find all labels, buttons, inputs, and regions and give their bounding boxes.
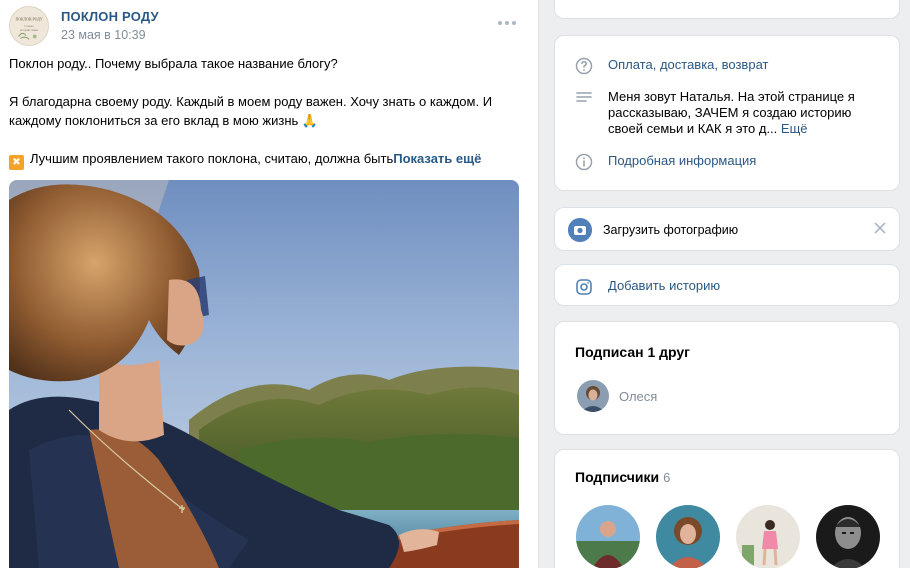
community-description: Меня зовут Наталья. На этой странице я р…	[608, 89, 878, 137]
subscriber-avatar-2[interactable]	[656, 505, 720, 568]
close-icon[interactable]	[873, 221, 887, 235]
upload-photo-card[interactable]: Загрузить фотографию	[554, 207, 900, 251]
subscriber-avatar-4[interactable]	[816, 505, 880, 568]
cross-mark-emoji-icon: ✖	[9, 155, 24, 170]
subscribers-count: 6	[663, 470, 671, 485]
subscriber-avatar-3[interactable]	[736, 505, 800, 568]
community-avatar[interactable]: ПОКЛОН РОДУ Создаю истории семьи	[9, 6, 49, 46]
post-date[interactable]: 23 мая в 10:39	[61, 28, 146, 42]
post-text-truncated: Лучшим проявлением такого поклона, счита…	[30, 151, 394, 166]
story-icon	[576, 279, 592, 295]
post-text-line1: Поклон роду.. Почему выбрала такое назва…	[9, 56, 338, 71]
friend-avatar[interactable]	[577, 380, 609, 412]
subscribers-card: Подписчики 6	[554, 449, 900, 568]
top-card	[554, 0, 900, 19]
post-photo[interactable]	[9, 180, 519, 568]
subscriber-avatar-1[interactable]	[576, 505, 640, 568]
wall-post: ПОКЛОН РОДУ Создаю истории семьи ПОКЛОН …	[0, 0, 539, 568]
info-circle-icon	[575, 153, 593, 171]
description-more-link[interactable]: Ещё	[781, 121, 808, 136]
payment-row[interactable]: Оплата, доставка, возврат	[575, 57, 768, 75]
description-text: Меня зовут Наталья. На этой странице я р…	[608, 89, 855, 136]
info-card: Оплата, доставка, возврат Меня зовут Нат…	[554, 35, 900, 191]
camera-icon	[568, 218, 592, 242]
friends-title[interactable]: Подписан 1 друг	[575, 344, 690, 360]
svg-text:ПОКЛОН РОДУ: ПОКЛОН РОДУ	[15, 17, 42, 21]
details-link[interactable]: Подробная информация	[608, 153, 756, 168]
subscribers-title[interactable]: Подписчики 6	[575, 469, 670, 485]
details-row[interactable]: Подробная информация	[575, 153, 756, 171]
payment-link[interactable]: Оплата, доставка, возврат	[608, 57, 768, 72]
question-circle-icon	[575, 57, 593, 75]
show-more-link[interactable]: Показать ещё	[393, 151, 481, 166]
svg-text:истории семьи: истории семьи	[20, 28, 38, 32]
add-story-card[interactable]: Добавить историю	[554, 264, 900, 306]
upload-photo-label[interactable]: Загрузить фотографию	[603, 223, 738, 237]
add-story-link[interactable]: Добавить историю	[608, 278, 720, 293]
text-lines-icon	[576, 92, 592, 102]
description-row: Меня зовут Наталья. На этой странице я р…	[575, 89, 878, 137]
friend-name[interactable]: Олеся	[619, 389, 657, 404]
more-dots-icon[interactable]	[498, 17, 518, 27]
post-text-line3: ✖ Лучшим проявлением такого поклона, счит…	[9, 149, 481, 170]
add-story-row[interactable]: Добавить историю	[575, 278, 720, 296]
post-text-line2: Я благодарна своему роду. Каждый в моем …	[9, 94, 493, 128]
post-author[interactable]: ПОКЛОН РОДУ	[61, 9, 159, 24]
friends-card: Подписан 1 друг Олеся	[554, 321, 900, 435]
subscribers-title-text: Подписчики	[575, 469, 660, 485]
